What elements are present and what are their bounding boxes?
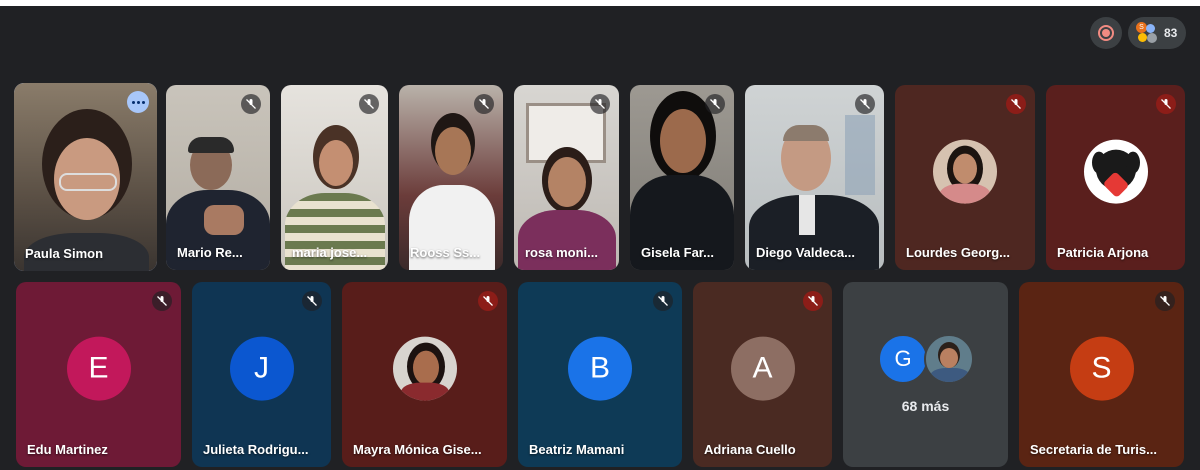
participant-tile-mayra[interactable]: Mayra Mónica Gise...: [342, 282, 507, 467]
mic-off-icon: [653, 291, 673, 311]
mic-off-icon: [705, 94, 725, 114]
participant-count: 83: [1164, 26, 1178, 40]
participant-tile-adriana[interactable]: A Adriana Cuello: [693, 282, 832, 467]
participant-name: Paula Simon: [25, 246, 104, 261]
participant-name: Secretaria de Turis...: [1030, 442, 1157, 457]
participant-tile-paula-simon[interactable]: Paula Simon: [14, 83, 157, 271]
participant-name: Julieta Rodrigu...: [203, 442, 309, 457]
participant-tile-rosa[interactable]: rosa moni...: [514, 85, 619, 270]
participant-tile-patricia[interactable]: Patricia Arjona: [1046, 85, 1185, 270]
mic-off-icon: [590, 94, 610, 114]
avatar: G: [878, 334, 928, 384]
mic-off-icon: [803, 291, 823, 311]
mic-off-icon: [1155, 291, 1175, 311]
participant-name: Patricia Arjona: [1057, 245, 1149, 260]
record-icon: [1098, 25, 1114, 41]
more-participants-tile[interactable]: G 68 más: [843, 282, 1008, 467]
avatar: B: [568, 336, 632, 401]
avatar: S: [1069, 336, 1134, 401]
browser-top-strip: [0, 0, 1200, 6]
avatar: J: [229, 336, 294, 401]
mic-off-icon: [359, 94, 379, 114]
participant-name: maria jose...: [292, 245, 368, 260]
participant-tile-edu[interactable]: E Edu Martinez: [16, 282, 181, 467]
participant-tile-rooss[interactable]: Rooss Ss...: [399, 85, 503, 270]
participant-name: Beatriz Mamani: [529, 442, 625, 457]
avatar: [933, 139, 997, 204]
participant-name: Mayra Mónica Gise...: [353, 442, 482, 457]
mic-off-icon: [1156, 94, 1176, 114]
participant-tile-maria-jose[interactable]: maria jose...: [281, 85, 388, 270]
more-participants-avatars: G: [878, 334, 978, 386]
more-options-icon[interactable]: [127, 91, 149, 113]
avatar: [924, 334, 974, 384]
participant-name: Rooss Ss...: [410, 245, 481, 260]
participant-tile-mario[interactable]: Mario Re...: [166, 85, 270, 270]
avatar: A: [730, 336, 795, 401]
mic-off-icon: [855, 94, 875, 114]
mic-off-icon: [478, 291, 498, 311]
mic-off-icon: [474, 94, 494, 114]
participant-tile-gisela[interactable]: Gisela Far...: [630, 85, 734, 270]
mic-off-icon: [302, 291, 322, 311]
participants-avatars-icon: S: [1136, 22, 1158, 44]
participant-tile-diego[interactable]: Diego Valdeca...: [745, 85, 884, 270]
participant-tile-beatriz[interactable]: B Beatriz Mamani: [518, 282, 682, 467]
avatar: E: [66, 336, 131, 401]
mic-off-icon: [152, 291, 172, 311]
participant-name: Gisela Far...: [641, 245, 714, 260]
participant-name: Lourdes Georg...: [906, 245, 1011, 260]
mic-off-icon: [241, 94, 261, 114]
participant-name: rosa moni...: [525, 245, 598, 260]
participant-tile-secretaria[interactable]: S Secretaria de Turis...: [1019, 282, 1184, 467]
mic-off-icon: [1006, 94, 1026, 114]
avatar: [1083, 139, 1148, 204]
participant-name: Mario Re...: [177, 245, 243, 260]
participants-button[interactable]: S 83: [1128, 17, 1186, 49]
recording-button[interactable]: [1090, 17, 1122, 49]
participant-name: Adriana Cuello: [704, 442, 796, 457]
participant-name: Edu Martinez: [27, 442, 108, 457]
participant-tile-julieta[interactable]: J Julieta Rodrigu...: [192, 282, 331, 467]
participant-name: Diego Valdeca...: [756, 245, 855, 260]
more-participants-label: 68 más: [901, 398, 950, 414]
avatar: [392, 336, 457, 401]
participant-tile-lourdes[interactable]: Lourdes Georg...: [895, 85, 1035, 270]
